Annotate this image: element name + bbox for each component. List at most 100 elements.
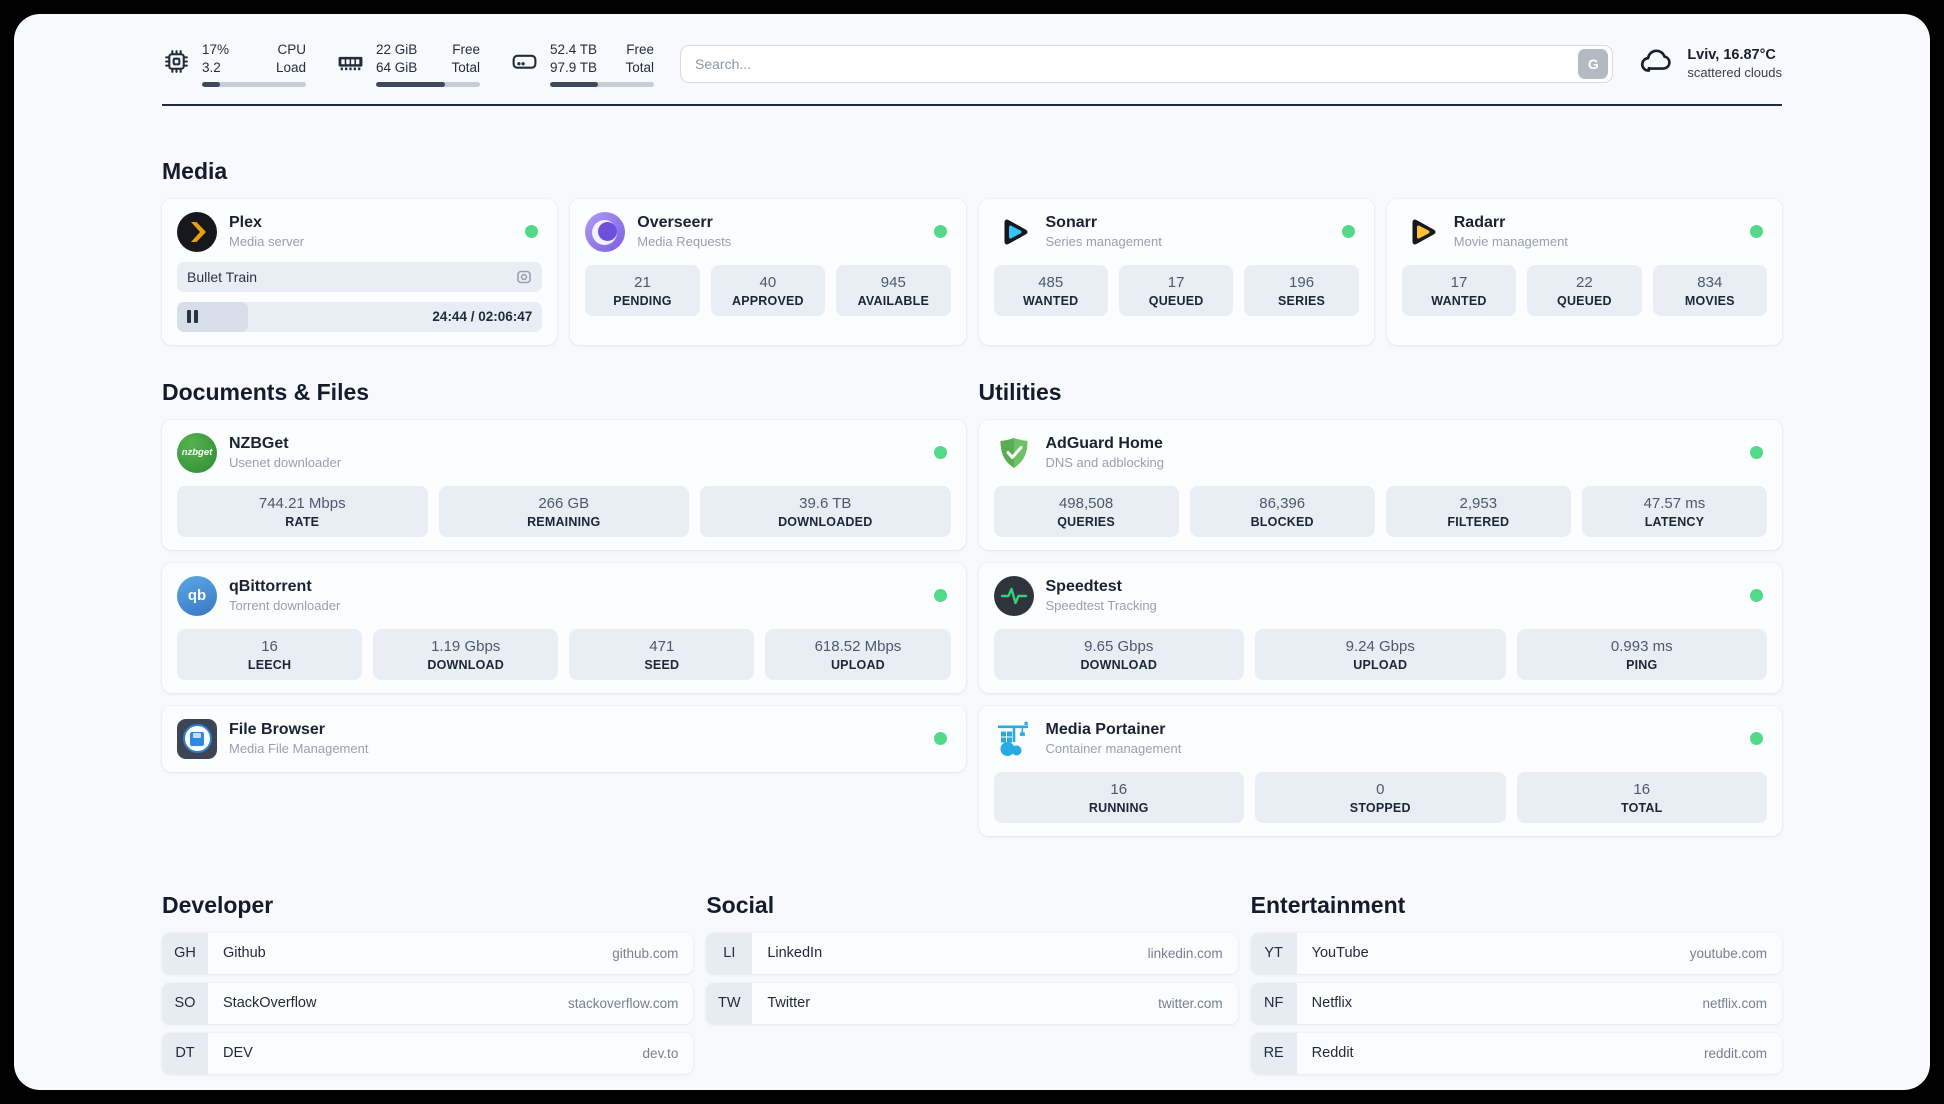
stat-download: 1.19 Gbps DOWNLOAD — [373, 628, 559, 680]
section-title-developer: Developer — [162, 891, 274, 918]
bookmark-url: youtube.com — [1689, 945, 1767, 961]
ram-icon — [336, 47, 365, 81]
cpu-label-1: CPU — [277, 42, 306, 57]
cpu-progress-fill — [202, 81, 220, 87]
bookmark-reddit[interactable]: RE Reddit reddit.com — [1250, 1032, 1782, 1074]
cpu-load-value: 3.2 — [202, 59, 221, 75]
playback-time: 24:44 / 02:06:47 — [432, 309, 533, 325]
app-title: Plex — [229, 214, 262, 232]
status-online-dot — [1750, 225, 1763, 239]
cloud-icon — [1639, 46, 1675, 81]
ram-progress-bar — [376, 81, 480, 87]
status-online-dot — [1750, 589, 1763, 603]
app-card-adguard[interactable]: AdGuard Home DNS and adblocking 498,508 … — [978, 419, 1782, 550]
filebrowser-app-icon — [177, 718, 217, 759]
app-title: Radarr — [1453, 214, 1506, 232]
weather-location-temp: Lviv, 16.87°C — [1687, 47, 1776, 64]
app-card-qbittorrent[interactable]: qb qBittorrent Torrent downloader 16 LEE… — [162, 562, 966, 693]
status-online-dot — [1341, 225, 1355, 239]
nzbget-app-icon: nzbget — [177, 432, 217, 473]
app-subtitle: Usenet downloader — [229, 455, 342, 471]
app-card-sonarr[interactable]: Sonarr Series management 485 WANTED 17 Q… — [978, 198, 1374, 345]
bookmark-name: YouTube — [1311, 945, 1369, 962]
disk-widget: 52.4 TB 97.9 TB Free Total — [510, 41, 654, 87]
bookmark-youtube[interactable]: YT YouTube youtube.com — [1250, 932, 1782, 974]
stat-downloaded: 39.6 TB DOWNLOADED — [700, 485, 951, 537]
bookmark-abbr: GH — [162, 932, 208, 974]
bookmark-name: LinkedIn — [767, 945, 823, 962]
ram-total-value: 64 GiB — [376, 59, 418, 75]
weather-widget: Lviv, 16.87°C scattered clouds — [1639, 46, 1782, 81]
section-title-documents: Documents & Files — [162, 378, 370, 405]
bookmark-stackoverflow[interactable]: SO StackOverflow stackoverflow.com — [162, 982, 694, 1024]
section-title-entertainment: Entertainment — [1250, 891, 1406, 918]
app-title: Media Portainer — [1045, 721, 1166, 739]
bookmark-github[interactable]: GH Github github.com — [162, 932, 694, 974]
bookmark-abbr: LI — [706, 932, 753, 974]
disk-progress-fill — [550, 81, 598, 87]
app-card-portainer[interactable]: Media Portainer Container management 16 … — [978, 705, 1782, 836]
overseerr-app-icon — [585, 211, 626, 252]
speedtest-app-icon — [993, 575, 1034, 616]
bookmark-linkedin[interactable]: LI LinkedIn linkedin.com — [706, 932, 1238, 974]
stat-blocked: 86,396 BLOCKED — [1189, 485, 1375, 537]
section-title-social: Social — [706, 891, 775, 918]
app-subtitle: Media server — [229, 234, 305, 250]
stat-approved: 40 APPROVED — [710, 264, 826, 316]
app-subtitle: DNS and adblocking — [1045, 455, 1165, 471]
bookmark-abbr: NF — [1250, 982, 1297, 1024]
app-subtitle: Media Requests — [637, 234, 732, 250]
ram-label-2: Total — [451, 59, 480, 75]
cast-icon[interactable] — [516, 269, 532, 285]
bookmark-url: reddit.com — [1703, 1045, 1767, 1061]
search-engine-button[interactable]: G — [1578, 48, 1609, 79]
cpu-progress-bar — [202, 81, 306, 87]
stat-seed: 471 SEED — [569, 628, 755, 680]
bookmark-name: DEV — [223, 1045, 253, 1062]
stat-ping: 0.993 ms PING — [1516, 628, 1767, 680]
bookmark-twitter[interactable]: TW Twitter twitter.com — [706, 982, 1238, 1024]
stat-upload: 618.52 Mbps UPLOAD — [765, 628, 951, 680]
dashboard: 17% 3.2 CPU Load 22 GiB 64 GiB Free Tota… — [14, 14, 1930, 1090]
now-playing-title: Bullet Train — [187, 268, 258, 285]
stat-total: 16 TOTAL — [1516, 771, 1767, 823]
stat-running: 16 RUNNING — [993, 771, 1244, 823]
app-subtitle: Container management — [1045, 741, 1182, 757]
qbittorrent-app-icon: qb — [177, 575, 217, 616]
app-card-speedtest[interactable]: Speedtest Speedtest Tracking 9.65 Gbps D… — [978, 562, 1782, 693]
app-card-nzbget[interactable]: nzbget NZBGet Usenet downloader 744.21 M… — [162, 419, 966, 550]
adguard-app-icon — [994, 433, 1034, 473]
bookmark-abbr: SO — [162, 982, 208, 1024]
radarr-app-icon — [1402, 212, 1442, 252]
pause-icon[interactable] — [187, 310, 198, 324]
bookmark-dev[interactable]: DT DEV dev.to — [162, 1032, 694, 1074]
bookmark-name: Reddit — [1311, 1045, 1354, 1062]
stat-upload: 9.24 Gbps UPLOAD — [1255, 628, 1506, 680]
disk-icon — [510, 47, 539, 81]
cpu-percent: 17% — [202, 42, 230, 57]
status-online-dot — [933, 732, 947, 746]
cpu-widget: 17% 3.2 CPU Load — [162, 41, 306, 87]
disk-label-1: Free — [626, 42, 654, 57]
app-card-overseerr[interactable]: Overseerr Media Requests 21 PENDING 40 A… — [570, 198, 966, 345]
bookmark-url: github.com — [612, 945, 679, 961]
bookmark-url: stackoverflow.com — [568, 995, 679, 1011]
app-subtitle: Media File Management — [229, 741, 369, 757]
ram-free-value: 22 GiB — [376, 42, 418, 57]
ram-progress-fill — [376, 81, 445, 87]
cpu-chip-icon — [162, 47, 191, 81]
app-card-radarr[interactable]: Radarr Movie management 17 WANTED 22 QUE… — [1386, 198, 1782, 345]
stat-latency: 47.57 ms LATENCY — [1581, 485, 1767, 537]
bookmark-url: dev.to — [642, 1045, 679, 1061]
stat-available: 945 AVAILABLE — [836, 264, 951, 316]
bookmark-abbr: YT — [1250, 932, 1297, 974]
playback-progress-row[interactable]: 24:44 / 02:06:47 — [177, 301, 543, 332]
weather-condition: scattered clouds — [1687, 65, 1782, 81]
search-input[interactable] — [695, 55, 1579, 72]
bookmark-name: Github — [223, 945, 266, 962]
app-card-filebrowser[interactable]: File Browser Media File Management — [162, 705, 966, 772]
app-card-plex[interactable]: Plex Media server Bullet Train 24:44 / 0… — [162, 198, 558, 345]
status-online-dot — [525, 225, 539, 239]
bookmark-netflix[interactable]: NF Netflix netflix.com — [1250, 982, 1782, 1024]
app-title: Sonarr — [1045, 214, 1098, 232]
